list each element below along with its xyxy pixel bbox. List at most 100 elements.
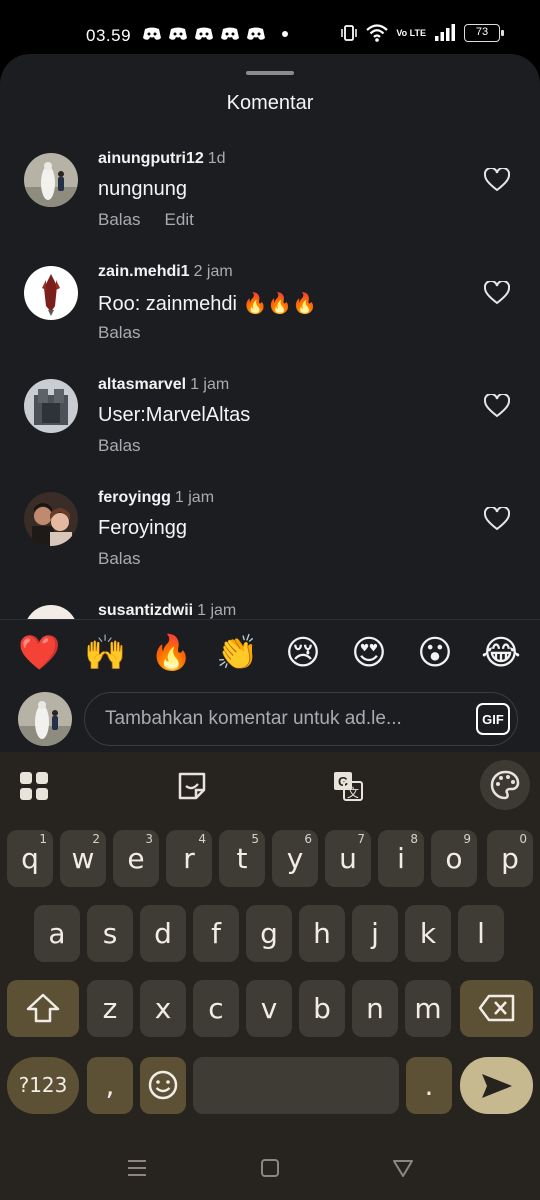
comment-actions: Balas [98,323,141,343]
key-l[interactable]: l [458,905,504,962]
back-icon[interactable] [391,1156,415,1180]
comment-username[interactable]: zain.mehdi1 2 jam [98,263,233,281]
reply-button[interactable]: Balas [98,549,141,569]
comment-username[interactable]: feroyingg 1 jam [98,489,214,507]
comment-time: 1 jam [190,376,230,393]
user-photo-icon [24,153,78,207]
signal-icon [435,24,455,41]
key-o[interactable]: o9 [431,830,477,887]
comment-list[interactable]: ainungputri12 1d nungnung Balas Edit zain… [0,150,540,620]
discord-icon [169,27,187,40]
key-t[interactable]: t5 [219,830,265,887]
reply-button[interactable]: Balas [98,323,141,343]
send-key[interactable] [460,1057,533,1114]
key-e[interactable]: e3 [113,830,159,887]
gif-button[interactable]: GIF [476,703,510,735]
comment-username[interactable]: susantizdwii 1 jam [98,602,236,620]
vibrate-icon [341,25,358,41]
space-key[interactable] [193,1057,399,1114]
reaction-fire[interactable]: 🔥 [150,628,192,678]
comment-item: susantizdwii 1 jam [0,602,540,620]
avatar[interactable] [24,492,78,546]
shift-icon [26,993,60,1023]
key-z[interactable]: z [87,980,133,1037]
reaction-raised-hands[interactable]: 🙌 [84,628,126,678]
key-j[interactable]: j [352,905,398,962]
comment-input[interactable] [84,692,518,746]
comment-time: 2 jam [193,263,233,280]
system-nav-bar [0,1140,540,1200]
key-c[interactable]: c [193,980,239,1037]
comment-item: zain.mehdi1 2 jam Roo: zainmehdi 🔥🔥🔥 Bala… [0,263,540,376]
reaction-heart-eyes[interactable]: 😍 [348,628,390,678]
apps-grid-icon[interactable] [18,770,50,802]
key-n[interactable]: n [352,980,398,1037]
key-a[interactable]: a [34,905,80,962]
key-m[interactable]: m [405,980,451,1037]
like-heart-icon[interactable] [484,281,510,305]
comment-time: 1 jam [197,602,237,619]
comment-username[interactable]: ainungputri12 1d [98,150,226,168]
comment-item: feroyingg 1 jam Feroyingg Balas [0,489,540,602]
shift-key[interactable] [7,980,79,1037]
comma-key[interactable]: , [87,1057,133,1114]
recent-apps-icon[interactable] [125,1156,149,1180]
quick-reaction-bar: ❤️ 🙌 🔥 👏 😢 😍 😮 😂 [0,628,540,678]
key-h[interactable]: h [299,905,345,962]
user-photo-icon [18,692,72,746]
theme-button[interactable] [480,760,530,810]
comment-actions: Balas Edit [98,210,194,230]
key-r[interactable]: r4 [166,830,212,887]
key-x[interactable]: x [140,980,186,1037]
volte-indicator: Vo LTE [396,27,426,38]
battery-indicator: 73 [464,24,504,42]
drag-handle[interactable] [246,71,294,75]
comment-text: User:MarvelAltas [98,404,251,426]
send-arrow-icon [481,1074,512,1098]
backspace-icon [478,994,514,1022]
reaction-laughing[interactable]: 😂 [480,628,522,678]
my-avatar [18,692,72,746]
key-p[interactable]: p0 [487,830,533,887]
status-time: 03.59 [86,26,132,45]
reaction-heart[interactable]: ❤️ [18,628,60,678]
reply-button[interactable]: Balas [98,210,141,230]
more-notifications-dot [282,31,288,37]
like-heart-icon[interactable] [484,507,510,531]
symbols-key[interactable]: ?123 [7,1057,79,1114]
edit-button[interactable]: Edit [165,210,194,230]
period-key[interactable]: . [406,1057,452,1114]
palette-icon [490,770,520,800]
reaction-clap[interactable]: 👏 [216,628,258,678]
key-b[interactable]: b [299,980,345,1037]
key-w[interactable]: w2 [60,830,106,887]
key-v[interactable]: v [246,980,292,1037]
comment-composer: GIF [0,689,540,749]
key-k[interactable]: k [405,905,451,962]
key-s[interactable]: s [87,905,133,962]
key-d[interactable]: d [140,905,186,962]
key-f[interactable]: f [193,905,239,962]
comment-item: ainungputri12 1d nungnung Balas Edit [0,150,540,263]
key-q[interactable]: q1 [7,830,53,887]
key-g[interactable]: g [246,905,292,962]
key-u[interactable]: u7 [325,830,371,887]
translate-icon[interactable]: G 文 [332,770,364,802]
reaction-surprised[interactable]: 😮 [414,628,456,678]
avatar[interactable] [24,605,78,620]
home-icon[interactable] [258,1156,282,1180]
key-y[interactable]: y6 [272,830,318,887]
avatar[interactable] [24,266,78,320]
reaction-crying[interactable]: 😢 [282,628,324,678]
avatar[interactable] [24,379,78,433]
like-heart-icon[interactable] [484,394,510,418]
key-i[interactable]: i8 [378,830,424,887]
comment-username[interactable]: altasmarvel 1 jam [98,376,229,394]
avatar[interactable] [24,153,78,207]
discord-icon [195,27,213,40]
sticker-icon[interactable] [176,770,208,802]
backspace-key[interactable] [460,980,533,1037]
reply-button[interactable]: Balas [98,436,141,456]
like-heart-icon[interactable] [484,168,510,192]
emoji-key[interactable] [140,1057,186,1114]
